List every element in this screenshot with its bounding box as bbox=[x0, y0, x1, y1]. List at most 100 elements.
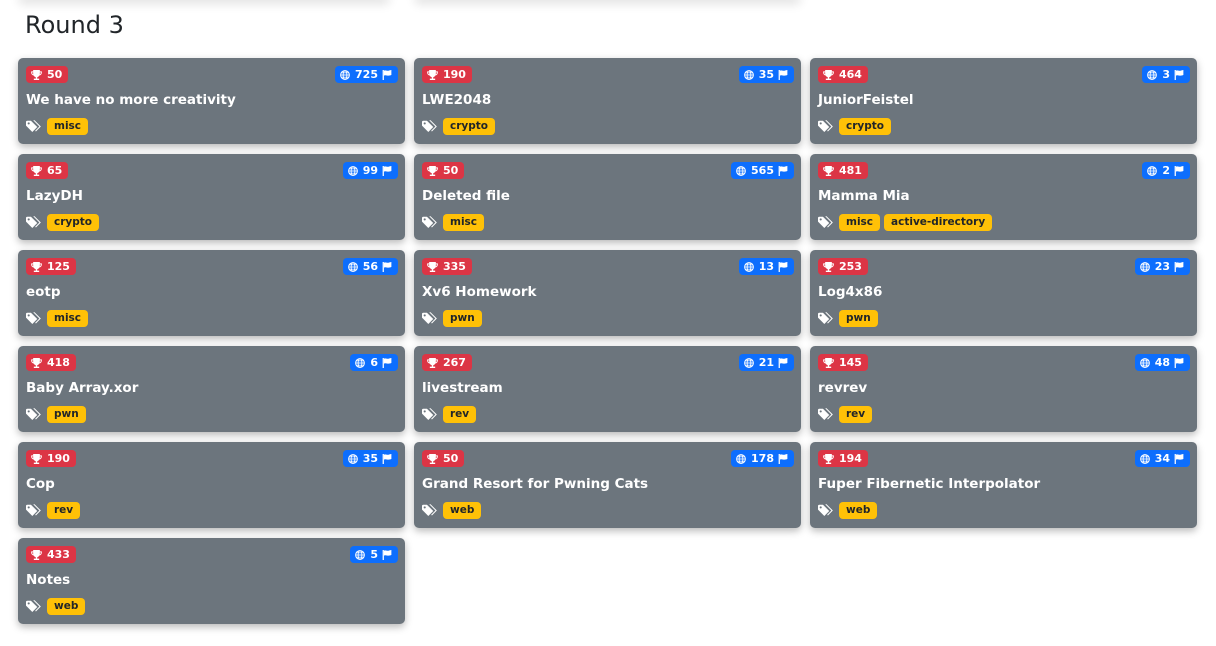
solves-value: 178 bbox=[751, 452, 774, 465]
category-tag: rev bbox=[47, 502, 81, 519]
points-badge: 190 bbox=[26, 450, 76, 467]
tag-list: misc bbox=[26, 310, 92, 327]
points-badge: 464 bbox=[818, 66, 868, 83]
challenge-name: Notes bbox=[26, 572, 71, 588]
points-badge: 481 bbox=[818, 162, 868, 179]
globe-icon bbox=[1147, 69, 1158, 80]
solves-value: 35 bbox=[758, 68, 774, 81]
solves-value: 48 bbox=[1154, 356, 1170, 369]
points-value: 145 bbox=[839, 356, 862, 369]
trophy-icon bbox=[31, 453, 42, 464]
challenge-name: livestream bbox=[422, 380, 503, 396]
challenge-card[interactable]: 481 2 Mamma Mia misc active-directory bbox=[810, 154, 1197, 240]
category-tag: crypto bbox=[839, 118, 891, 135]
challenge-name: Log4x86 bbox=[818, 284, 883, 300]
challenge-card[interactable]: 50 178 Grand Resort for Pwning Cats web bbox=[414, 442, 801, 528]
tag-list: misc bbox=[422, 214, 488, 231]
solves-badge: 725 bbox=[335, 66, 398, 83]
points-value: 418 bbox=[47, 356, 70, 369]
challenge-name: Baby Array.xor bbox=[26, 380, 139, 396]
solves-value: 99 bbox=[362, 164, 378, 177]
challenge-name: LWE2048 bbox=[422, 92, 492, 108]
flag-icon bbox=[382, 357, 392, 368]
trophy-icon bbox=[427, 165, 438, 176]
tag-list: rev bbox=[422, 406, 480, 423]
challenge-card[interactable]: 145 48 revrev rev bbox=[810, 346, 1197, 432]
points-value: 267 bbox=[443, 356, 466, 369]
category-tag: web bbox=[47, 598, 86, 615]
solves-badge: 178 bbox=[731, 450, 794, 467]
tag-list: misc bbox=[26, 118, 92, 135]
flag-icon bbox=[1174, 357, 1184, 368]
points-badge: 65 bbox=[26, 162, 69, 179]
challenge-card[interactable]: 464 3 JuniorFeistel crypto bbox=[810, 58, 1197, 144]
points-value: 125 bbox=[47, 260, 70, 273]
points-value: 464 bbox=[839, 68, 862, 81]
category-tag: pwn bbox=[47, 406, 86, 423]
flag-icon bbox=[1174, 69, 1184, 80]
globe-icon bbox=[1139, 261, 1150, 272]
challenge-name: Cop bbox=[26, 476, 55, 492]
tags-icon bbox=[26, 503, 41, 516]
globe-icon bbox=[736, 165, 746, 176]
challenge-card[interactable]: 253 23 Log4x86 pwn bbox=[810, 250, 1197, 336]
solves-value: 6 bbox=[370, 356, 378, 369]
top-cards-edge bbox=[0, 0, 1216, 6]
solves-value: 56 bbox=[362, 260, 378, 273]
tags-icon bbox=[818, 407, 833, 420]
tag-list: crypto bbox=[26, 214, 103, 231]
globe-icon bbox=[743, 261, 754, 272]
challenge-card[interactable]: 65 99 LazyDH crypto bbox=[18, 154, 405, 240]
challenge-name: Xv6 Homework bbox=[422, 284, 537, 300]
tag-list: misc active-directory bbox=[818, 214, 996, 231]
points-badge: 145 bbox=[818, 354, 868, 371]
challenge-card[interactable]: 418 6 Baby Array.xor pwn bbox=[18, 346, 405, 432]
challenge-card[interactable]: 50 725 We have no more creativity misc bbox=[18, 58, 405, 144]
tag-list: crypto bbox=[818, 118, 895, 135]
flag-icon bbox=[778, 261, 788, 272]
points-value: 335 bbox=[443, 260, 466, 273]
tags-icon bbox=[818, 311, 833, 324]
globe-icon bbox=[347, 453, 358, 464]
flag-icon bbox=[382, 261, 392, 272]
trophy-icon bbox=[823, 453, 834, 464]
tags-icon bbox=[26, 215, 41, 228]
challenge-card[interactable]: 50 565 Deleted file misc bbox=[414, 154, 801, 240]
challenge-card[interactable]: 194 34 Fuper Fibernetic Interpolator web bbox=[810, 442, 1197, 528]
trophy-icon bbox=[427, 357, 438, 368]
challenge-name: Grand Resort for Pwning Cats bbox=[422, 476, 649, 492]
challenge-card[interactable]: 433 5 Notes web bbox=[18, 538, 405, 624]
points-value: 433 bbox=[47, 548, 70, 561]
challenge-card[interactable]: 125 56 eotp misc bbox=[18, 250, 405, 336]
tags-icon bbox=[26, 599, 41, 612]
challenge-card[interactable]: 335 13 Xv6 Homework pwn bbox=[414, 250, 801, 336]
challenge-card[interactable]: 190 35 Cop rev bbox=[18, 442, 405, 528]
solves-badge: 13 bbox=[738, 258, 794, 275]
globe-icon bbox=[347, 165, 358, 176]
tags-icon bbox=[422, 119, 437, 132]
solves-badge: 34 bbox=[1134, 450, 1190, 467]
globe-icon bbox=[340, 69, 350, 80]
challenge-card[interactable]: 190 35 LWE2048 crypto bbox=[414, 58, 801, 144]
points-value: 481 bbox=[839, 164, 862, 177]
tags-icon bbox=[26, 311, 41, 324]
flag-icon bbox=[382, 69, 392, 80]
points-value: 50 bbox=[443, 452, 459, 465]
tag-list: rev bbox=[818, 406, 876, 423]
tags-icon bbox=[422, 407, 437, 420]
flag-icon bbox=[778, 165, 788, 176]
challenge-name: Deleted file bbox=[422, 188, 510, 204]
solves-badge: 35 bbox=[342, 450, 398, 467]
trophy-icon bbox=[427, 261, 438, 272]
challenge-card[interactable]: 267 21 livestream rev bbox=[414, 346, 801, 432]
points-badge: 190 bbox=[422, 66, 472, 83]
tags-icon bbox=[818, 215, 833, 228]
solves-badge: 99 bbox=[342, 162, 398, 179]
challenge-name: revrev bbox=[818, 380, 868, 396]
points-value: 194 bbox=[839, 452, 862, 465]
solves-value: 34 bbox=[1154, 452, 1170, 465]
trophy-icon bbox=[823, 357, 834, 368]
category-tag: misc bbox=[47, 118, 89, 135]
points-value: 190 bbox=[443, 68, 466, 81]
points-badge: 253 bbox=[818, 258, 868, 275]
